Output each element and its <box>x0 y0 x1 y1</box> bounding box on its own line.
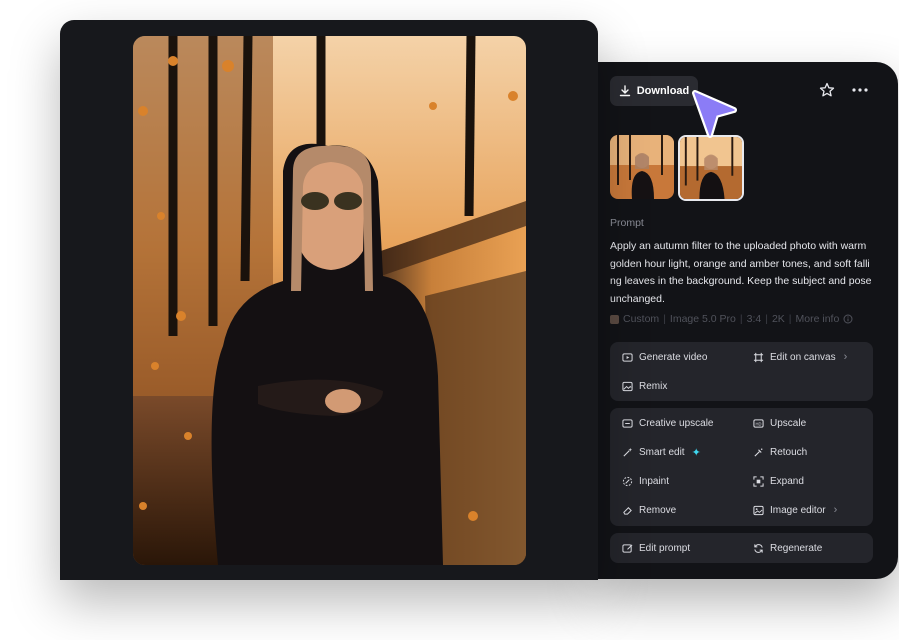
generation-meta: Custom | Image 5.0 Pro | 3:4 | 2K | More… <box>610 313 853 325</box>
thumbnail-image <box>610 135 674 199</box>
image-editor-button[interactable]: Image editor › <box>753 496 837 524</box>
remix-icon <box>622 381 633 391</box>
meta-resolution: 2K <box>771 313 785 325</box>
expand-button[interactable]: Expand <box>753 467 804 495</box>
creative-upscale-button[interactable]: Creative upscale <box>622 409 713 437</box>
image-editor-icon <box>753 505 764 515</box>
download-label: Download <box>636 85 690 97</box>
photo-illustration <box>133 36 526 565</box>
style-swatch <box>610 314 619 324</box>
retouch-button[interactable]: Retouch <box>753 438 807 466</box>
retouch-label: Retouch <box>770 446 808 458</box>
meta-separator: | <box>788 313 792 325</box>
smart-edit-button[interactable]: Smart edit ✦ <box>622 438 701 466</box>
edit-prompt-button[interactable]: Edit prompt <box>622 534 690 562</box>
meta-model: Image 5.0 Pro <box>669 313 736 325</box>
refresh-icon <box>754 543 763 553</box>
generate-video-label: Generate video <box>639 351 708 363</box>
meta-style: Custom <box>623 313 660 325</box>
meta-separator: | <box>663 313 666 325</box>
prompt-label: Prompt <box>610 217 644 229</box>
remove-button[interactable]: Remove <box>622 496 676 524</box>
creative-upscale-label: Creative upscale <box>639 417 714 429</box>
thumbnail-original[interactable] <box>610 135 674 199</box>
remove-label: Remove <box>639 504 677 516</box>
meta-separator: | <box>765 313 768 325</box>
download-icon <box>619 85 630 97</box>
meta-separator: | <box>739 313 743 325</box>
generated-photo[interactable] <box>133 36 526 565</box>
upscale-label: Upscale <box>770 417 807 429</box>
image-preview-card <box>60 20 598 580</box>
generate-video-button[interactable]: Generate video <box>622 343 707 371</box>
expand-label: Expand <box>770 475 804 487</box>
edit-prompt-icon <box>622 543 633 553</box>
chevron-right-icon: › <box>843 351 848 363</box>
video-icon <box>622 352 633 362</box>
more-options-icon[interactable] <box>851 83 869 97</box>
magic-wand-icon <box>623 447 633 457</box>
star-icon[interactable] <box>819 82 835 98</box>
upscale-button[interactable]: HD Upscale <box>753 409 806 437</box>
thumbnail-image <box>680 137 742 199</box>
download-button[interactable]: Download <box>610 76 698 106</box>
retouch-icon <box>754 448 763 457</box>
svg-text:HD: HD <box>756 421 762 426</box>
canvas-icon <box>753 352 764 362</box>
details-panel: Download Prompt Apply an autumn filter t… <box>597 62 898 579</box>
inpaint-button[interactable]: Inpaint <box>622 467 669 495</box>
info-icon[interactable] <box>843 314 853 324</box>
more-info-link[interactable]: More info <box>796 313 840 325</box>
creative-upscale-icon <box>622 418 633 428</box>
edit-on-canvas-button[interactable]: Edit on canvas › <box>753 343 847 371</box>
chevron-right-icon: › <box>833 504 838 516</box>
inpaint-icon <box>622 476 633 486</box>
inpaint-label: Inpaint <box>639 475 670 487</box>
meta-ratio: 3:4 <box>746 313 762 325</box>
remix-button[interactable]: Remix <box>622 372 667 400</box>
eraser-icon <box>623 506 632 515</box>
pointer-cursor-icon <box>692 90 737 138</box>
action-group-prompt: Edit prompt Regenerate <box>610 533 873 563</box>
action-group-edit: Creative upscale HD Upscale Smart edit ✦… <box>610 408 873 526</box>
smart-edit-label: Smart edit <box>639 446 685 458</box>
regenerate-button[interactable]: Regenerate <box>753 534 822 562</box>
edit-on-canvas-label: Edit on canvas <box>770 351 836 363</box>
sparkle-icon: ✦ <box>691 446 701 459</box>
action-group-create: Generate video Edit on canvas › Remix <box>610 342 873 401</box>
upscale-icon: HD <box>753 418 764 428</box>
thumbnail-selected[interactable] <box>678 135 744 201</box>
image-editor-label: Image editor <box>770 504 826 516</box>
edit-prompt-label: Edit prompt <box>639 542 691 554</box>
expand-icon <box>753 475 764 487</box>
remix-label: Remix <box>639 380 668 392</box>
prompt-text: Apply an autumn filter to the uploaded p… <box>610 240 872 305</box>
regenerate-label: Regenerate <box>770 542 823 554</box>
